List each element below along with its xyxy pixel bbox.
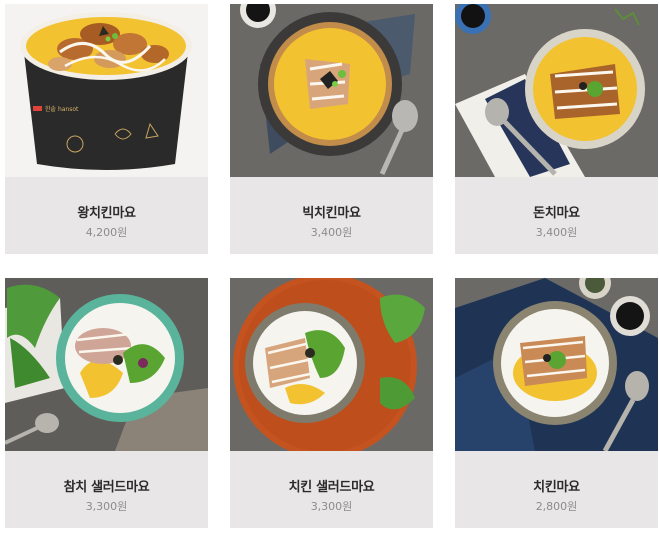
- menu-card-tuna-salad-mayo[interactable]: 참치 샐러드마요 3,300원: [5, 278, 208, 528]
- menu-item-name: 치킨 샐러드마요: [288, 480, 375, 495]
- menu-card-chicken-salad-mayo[interactable]: 치킨 샐러드마요 3,300원: [230, 278, 433, 528]
- menu-card-wang-chicken-mayo[interactable]: 한솥 hansot 왕치킨마요 4,200원: [5, 4, 208, 254]
- menu-photo: 한솥 hansot: [5, 4, 208, 177]
- menu-photo: [5, 278, 208, 451]
- menu-item-price: 3,300원: [85, 500, 128, 513]
- menu-photo: [455, 4, 658, 177]
- menu-photo: [455, 278, 658, 451]
- menu-item-price: 3,300원: [310, 500, 353, 513]
- menu-item-price: 3,400원: [310, 226, 353, 239]
- menu-item-name: 빅치킨마요: [302, 206, 361, 221]
- menu-grid: 한솥 hansot 왕치킨마요 4,200원 빅치킨마요 3,400원 돈치마요…: [0, 0, 659, 534]
- menu-item-price: 3,400원: [535, 226, 578, 239]
- menu-card-big-chicken-mayo[interactable]: 빅치킨마요 3,400원: [230, 4, 433, 254]
- menu-item-name: 왕치킨마요: [77, 206, 136, 221]
- menu-card-don-chi-mayo[interactable]: 돈치마요 3,400원: [455, 4, 658, 254]
- menu-item-price: 4,200원: [85, 226, 128, 239]
- menu-photo: [230, 278, 433, 451]
- menu-item-name: 치킨마요: [533, 480, 580, 495]
- menu-photo: [230, 4, 433, 177]
- bowl-brand-logo: 한솥 hansot: [45, 105, 79, 113]
- menu-item-name: 돈치마요: [533, 206, 580, 221]
- menu-item-name: 참치 샐러드마요: [63, 480, 150, 495]
- menu-card-chicken-mayo[interactable]: 치킨마요 2,800원: [455, 278, 658, 528]
- menu-item-price: 2,800원: [535, 500, 578, 513]
